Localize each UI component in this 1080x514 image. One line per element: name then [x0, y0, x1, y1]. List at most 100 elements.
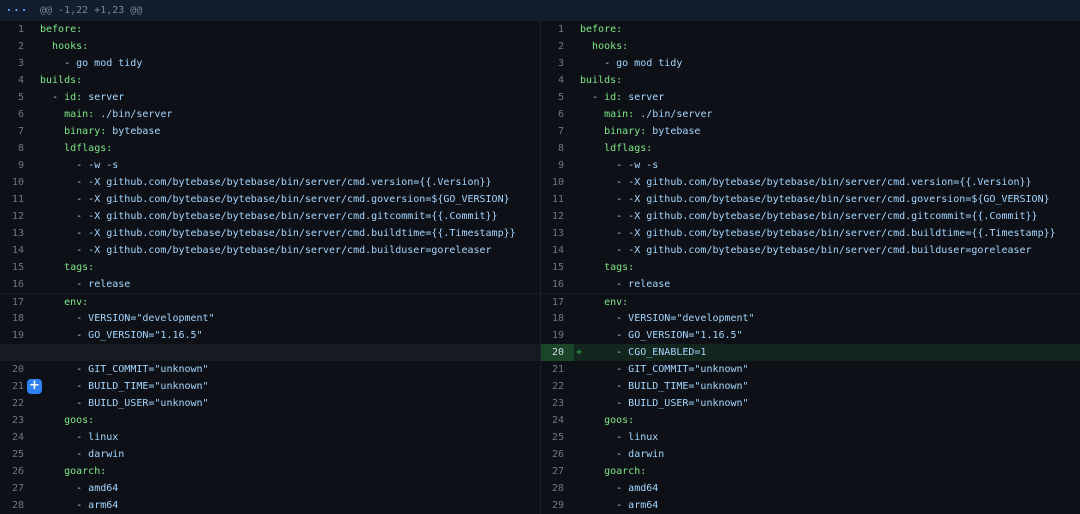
right-line-number[interactable]: 6 [540, 106, 574, 123]
right-line-number[interactable]: 20 [540, 344, 574, 361]
left-line-number[interactable]: 28 [0, 497, 34, 514]
right-line-number[interactable]: 14 [540, 242, 574, 259]
code-segment-value: -X github.com/bytebase/bytebase/bin/serv… [628, 245, 1031, 256]
left-line-number[interactable]: 4 [0, 72, 34, 89]
right-line-number[interactable]: 18 [540, 310, 574, 327]
left-line-number[interactable]: 13 [0, 225, 34, 242]
code-segment-value: -X github.com/bytebase/bytebase/bin/serv… [88, 194, 509, 205]
left-line-number[interactable]: 22 [0, 395, 34, 412]
left-code-line: - BUILD_USER="unknown" [34, 395, 540, 412]
left-line-number[interactable]: 5 [0, 89, 34, 106]
code-segment-plain: - [580, 92, 604, 103]
left-line-number[interactable]: 23 [0, 412, 34, 429]
left-line-number[interactable]: 10 [0, 174, 34, 191]
code-segment-key: env: [604, 297, 628, 308]
code-segment-value: arm64 [88, 500, 118, 511]
diff-row: 25 - darwin26 - darwin [0, 446, 1080, 463]
right-line-number[interactable]: 29 [540, 497, 574, 514]
left-line-number[interactable]: 2 [0, 38, 34, 55]
diff-row: 11 - -X github.com/bytebase/bytebase/bin… [0, 191, 1080, 208]
right-line-number[interactable]: 8 [540, 140, 574, 157]
code-segment-plain: - [40, 381, 88, 392]
right-line-number[interactable]: 21 [540, 361, 574, 378]
code-segment-value: go mod tidy [76, 58, 142, 69]
right-line-number[interactable]: 13 [540, 225, 574, 242]
code-segment-key: id: [64, 92, 82, 103]
right-line-number[interactable]: 11 [540, 191, 574, 208]
code-segment-plain: - [580, 500, 628, 511]
right-code-line: - darwin [574, 446, 1080, 463]
left-line-number[interactable]: 17 [0, 294, 34, 311]
code-segment-plain: - [40, 228, 88, 239]
left-line-number[interactable]: 12 [0, 208, 34, 225]
code-segment-value: CGO_ENABLED=1 [628, 347, 706, 358]
left-line-number[interactable]: 9 [0, 157, 34, 174]
left-line-number[interactable]: 24 [0, 429, 34, 446]
left-line-number[interactable]: 8 [0, 140, 34, 157]
left-code-line: ldflags: [34, 140, 540, 157]
left-code-line: binary: bytebase [34, 123, 540, 140]
right-line-number[interactable]: 12 [540, 208, 574, 225]
added-line-marker: + [576, 344, 582, 361]
diff-row: 22 - BUILD_USER="unknown"23 - BUILD_USER… [0, 395, 1080, 412]
code-segment-plain: - [40, 432, 88, 443]
left-line-number[interactable]: 27 [0, 480, 34, 497]
diff-row: 19 - GO_VERSION="1.16.5"19 - GO_VERSION=… [0, 327, 1080, 344]
left-line-number[interactable]: 1 [0, 21, 34, 38]
right-code-line: + - CGO_ENABLED=1 [574, 344, 1080, 361]
code-segment-plain: - [580, 432, 628, 443]
right-line-number[interactable]: 2 [540, 38, 574, 55]
right-line-number[interactable]: 15 [540, 259, 574, 276]
code-segment-value: release [628, 279, 670, 290]
expand-diff-icon[interactable]: ··· [0, 4, 34, 17]
right-line-number[interactable]: 27 [540, 463, 574, 480]
left-line-number[interactable]: 14 [0, 242, 34, 259]
left-line-number[interactable]: 6 [0, 106, 34, 123]
right-line-number[interactable]: 1 [540, 21, 574, 38]
left-code-line: - BUILD_TIME="unknown" [34, 378, 540, 395]
right-line-number[interactable]: 28 [540, 480, 574, 497]
left-line-number[interactable]: 7 [0, 123, 34, 140]
right-line-number[interactable]: 24 [540, 412, 574, 429]
left-line-number[interactable]: 26 [0, 463, 34, 480]
left-code-line: - go mod tidy [34, 55, 540, 72]
left-line-number[interactable]: 18 [0, 310, 34, 327]
code-segment-plain [580, 415, 604, 426]
diff-row: 7 binary: bytebase7 binary: bytebase [0, 123, 1080, 140]
left-line-number[interactable]: 15 [0, 259, 34, 276]
code-segment-key: ldflags: [604, 143, 652, 154]
right-code-line: ldflags: [574, 140, 1080, 157]
code-segment-key: goarch: [64, 466, 106, 477]
right-line-number[interactable]: 17 [540, 294, 574, 311]
left-line-number[interactable]: 20 [0, 361, 34, 378]
add-comment-button[interactable]: + [27, 379, 42, 394]
right-line-number[interactable]: 4 [540, 72, 574, 89]
left-line-number[interactable]: 19 [0, 327, 34, 344]
code-segment-plain [40, 262, 64, 273]
right-line-number[interactable]: 23 [540, 395, 574, 412]
left-line-number[interactable]: 11 [0, 191, 34, 208]
code-segment-value: release [88, 279, 130, 290]
right-line-number[interactable]: 25 [540, 429, 574, 446]
right-line-number[interactable]: 22 [540, 378, 574, 395]
right-code-line: - -X github.com/bytebase/bytebase/bin/se… [574, 225, 1080, 242]
left-code-line: - linux [34, 429, 540, 446]
code-segment-plain: - [40, 279, 88, 290]
left-line-number[interactable]: 25 [0, 446, 34, 463]
left-line-number[interactable]: 16 [0, 276, 34, 293]
right-line-number[interactable]: 16 [540, 276, 574, 293]
code-segment-key: main: [64, 109, 94, 120]
code-segment-key: goos: [64, 415, 94, 426]
right-code-line: - -X github.com/bytebase/bytebase/bin/se… [574, 174, 1080, 191]
code-segment-plain: - [580, 330, 628, 341]
left-line-number[interactable]: 3 [0, 55, 34, 72]
right-line-number[interactable]: 7 [540, 123, 574, 140]
right-line-number[interactable]: 9 [540, 157, 574, 174]
left-code-line: - -X github.com/bytebase/bytebase/bin/se… [34, 225, 540, 242]
right-line-number[interactable]: 19 [540, 327, 574, 344]
right-line-number[interactable]: 3 [540, 55, 574, 72]
right-line-number[interactable]: 5 [540, 89, 574, 106]
right-line-number[interactable]: 10 [540, 174, 574, 191]
right-line-number[interactable]: 26 [540, 446, 574, 463]
code-segment-plain: - [580, 160, 628, 171]
